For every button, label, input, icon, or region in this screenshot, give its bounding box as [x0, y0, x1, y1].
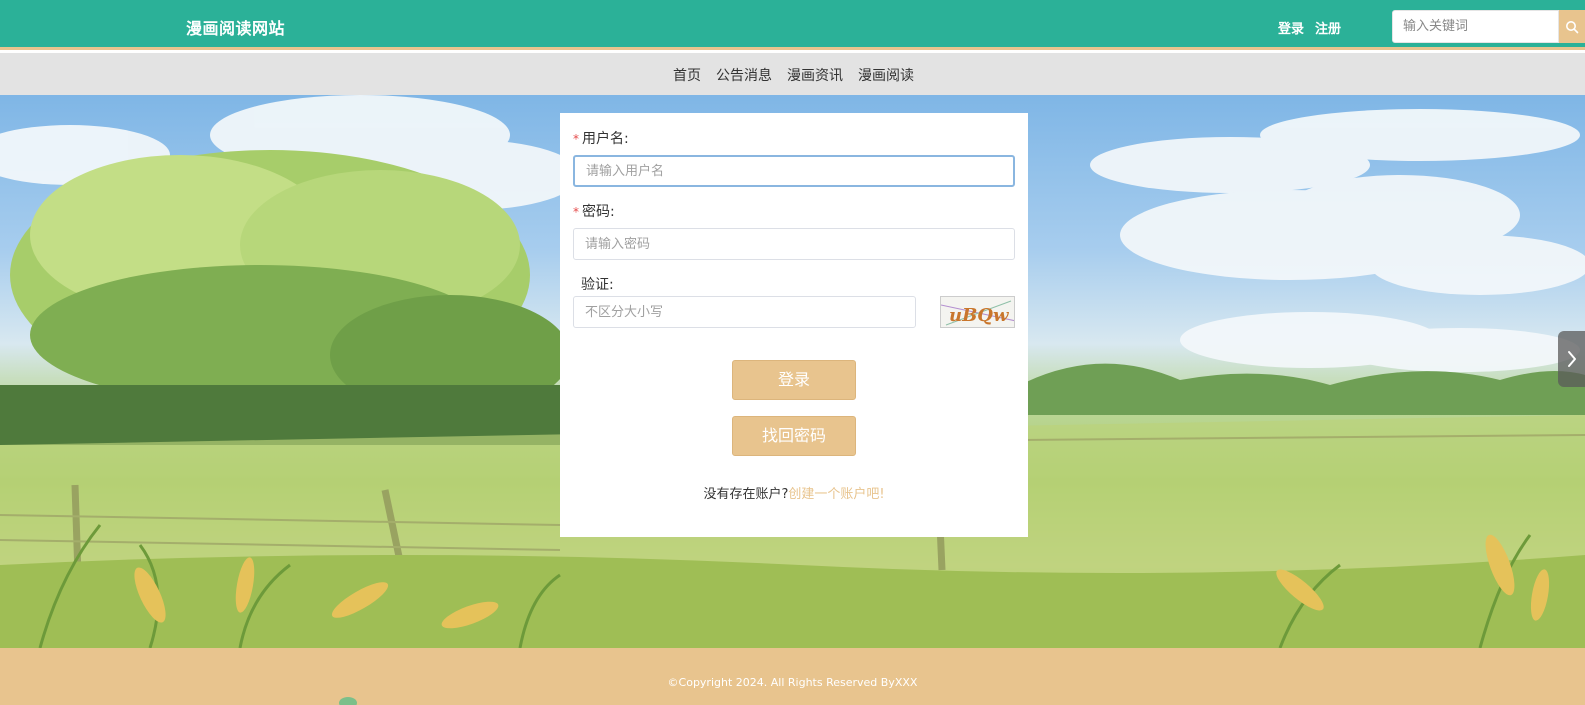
- login-button[interactable]: 登录: [732, 360, 856, 400]
- password-label-text: 密码:: [582, 204, 615, 220]
- search-icon: [1566, 20, 1579, 33]
- copyright-text: ©Copyright 2024. All Rights Reserved ByX…: [667, 676, 918, 689]
- recover-password-button[interactable]: 找回密码: [732, 416, 856, 456]
- footer: ©Copyright 2024. All Rights Reserved ByX…: [0, 648, 1585, 705]
- header-register-link[interactable]: 注册: [1315, 18, 1341, 37]
- create-account-link[interactable]: 创建一个账户吧!: [788, 487, 884, 502]
- search-button[interactable]: [1559, 10, 1585, 43]
- required-mark: *: [573, 205, 579, 219]
- captcha-image[interactable]: uBQw: [940, 296, 1015, 328]
- register-prompt: 没有存在账户?创建一个账户吧!: [560, 483, 1028, 502]
- nav-item-comic-reading[interactable]: 漫画阅读: [858, 65, 914, 85]
- password-label: * 密码:: [573, 201, 615, 221]
- search-input[interactable]: [1392, 10, 1559, 43]
- decorative-dot: [339, 697, 357, 705]
- username-input[interactable]: [573, 155, 1015, 187]
- carousel-next-button[interactable]: [1558, 331, 1585, 387]
- nav-item-announcements[interactable]: 公告消息: [716, 65, 772, 85]
- required-mark: *: [573, 132, 579, 146]
- nav-items: 首页 公告消息 漫画资讯 漫画阅读: [673, 65, 914, 85]
- top-links: 登录 注册: [1278, 18, 1341, 37]
- chevron-right-icon: [1567, 351, 1576, 367]
- captcha-char: uBQw: [949, 305, 1010, 326]
- no-account-text: 没有存在账户?: [703, 487, 789, 502]
- nav-item-comic-news[interactable]: 漫画资讯: [787, 65, 843, 85]
- username-label: * 用户名:: [573, 128, 629, 148]
- site-title[interactable]: 漫画阅读网站: [186, 15, 285, 39]
- captcha-label: 验证:: [581, 277, 614, 293]
- header-login-link[interactable]: 登录: [1278, 18, 1304, 37]
- login-card: *用户名: *密码: 验证: uBQw 登录 找回密码 没有存在账户?创建一个账…: [560, 113, 1028, 537]
- main-nav: 首页 公告消息 漫画资讯 漫画阅读: [0, 53, 1585, 95]
- top-header: 漫画阅读网站 登录 注册: [0, 0, 1585, 50]
- nav-item-home[interactable]: 首页: [673, 65, 701, 85]
- captcha-input[interactable]: [573, 296, 916, 328]
- password-input[interactable]: [573, 228, 1015, 260]
- username-label-text: 用户名:: [582, 131, 629, 147]
